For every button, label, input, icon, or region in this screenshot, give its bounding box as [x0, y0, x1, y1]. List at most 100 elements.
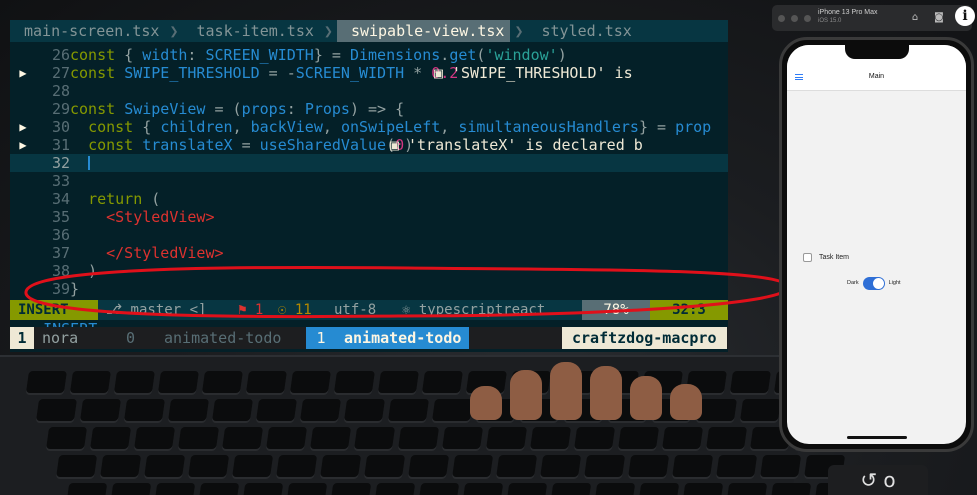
nav-title: Main [868, 73, 885, 80]
fold-marker-icon[interactable] [10, 244, 36, 262]
code-editor[interactable]: 26 const { width: SCREEN_WIDTH} = Dimensi… [10, 42, 728, 308]
line-number: 35 [51, 208, 70, 226]
fold-marker-icon[interactable] [10, 172, 36, 190]
code-line[interactable]: ▶ 27 const SWIPE_THRESHOLD = -SCREEN_WIDTH… [10, 64, 728, 82]
fold-marker-icon[interactable] [10, 46, 36, 64]
home-indicator [847, 436, 907, 439]
line-number: 33 [51, 172, 70, 190]
mode-indicator: INSERT [10, 300, 98, 320]
text-cursor [88, 156, 90, 170]
line-number: 36 [51, 226, 70, 244]
line-number: 31 [51, 136, 70, 154]
fold-marker-icon[interactable]: ▶ [10, 64, 36, 82]
editor-tabbar: main-screen.tsx ❯ task-item.tsx ❯ swipable-v… [10, 20, 728, 42]
code-line[interactable]: 39} [10, 280, 728, 298]
code-text: ) [70, 262, 98, 280]
code-line[interactable]: ▶ 30 const { children, backView, onSwipeL… [10, 118, 728, 136]
simulator-toolbar: iPhone 13 Pro Max iOS 15.0 ⌂ ◙ ▯ [772, 5, 972, 31]
editor-tab[interactable]: task-item.tsx [183, 20, 320, 42]
code-text: <StyledView> [106, 208, 215, 226]
fold-marker-icon[interactable] [10, 208, 36, 226]
fold-marker-icon[interactable] [10, 190, 36, 208]
camera-icon[interactable]: ◙ [932, 11, 946, 25]
code-text: return ( [88, 190, 161, 208]
tmux-window-num: 0 [126, 329, 136, 347]
editor-tab[interactable]: styled.tsx [528, 20, 638, 42]
code-line[interactable]: 32 [10, 154, 728, 172]
home-icon[interactable]: ⌂ [908, 11, 922, 25]
fold-marker-icon[interactable]: ▶ [10, 136, 36, 154]
line-number: 38 [51, 262, 70, 280]
code-line[interactable]: 26 const { width: SCREEN_WIDTH} = Dimensi… [10, 46, 728, 64]
info-icon[interactable]: i [955, 6, 975, 26]
encoding: utf-8 [334, 302, 377, 318]
code-text: const SWIPE_THRESHOLD = -SCREEN_WIDTH * … [70, 64, 459, 82]
simulator-title: iPhone 13 Pro Max iOS 15.0 [818, 8, 878, 26]
line-number: 30 [51, 118, 70, 136]
cube-icon: ▣ [390, 136, 409, 154]
tmux-statusbar: 1 nora 0 animated-todo 1 animated-todo c… [10, 327, 728, 349]
cube-icon: ▣ [434, 64, 453, 82]
phone-notch [845, 45, 909, 59]
tab-separator: ❯ [169, 22, 179, 40]
window-minimize-dot[interactable] [791, 14, 798, 22]
fold-marker-icon[interactable] [10, 82, 36, 100]
fold-marker-icon[interactable] [10, 280, 36, 298]
error-count: ⚑ 1 [238, 302, 264, 318]
line-number: 26 [51, 46, 70, 64]
code-line[interactable]: 38 ) [10, 262, 728, 280]
replay-icon[interactable]: ↺ o [828, 465, 928, 495]
editor-tab[interactable]: swipable-view.tsx [336, 20, 511, 42]
line-number: 39 [51, 280, 70, 298]
code-line[interactable]: ▶ 31 const translateX = useSharedValue(0)… [10, 136, 728, 154]
tmux-hostname: craftzdog-macpro [562, 327, 727, 349]
fold-marker-icon[interactable] [10, 154, 36, 172]
terminal-window[interactable]: main-screen.tsx ❯ task-item.tsx ❯ swipable-v… [10, 20, 728, 352]
code-text: const SwipeView = (props: Props) => { [70, 100, 405, 118]
vim-statusline: INSERT ⎇ master <] ⚑ 1 ☉ 11 utf-8 ⚛ type… [10, 300, 728, 320]
scroll-percent: 78% [582, 300, 650, 320]
tmux-session-name: nora [42, 329, 79, 347]
line-number: 32 [51, 154, 70, 172]
line-number: 29 [51, 100, 70, 118]
fold-marker-icon[interactable] [10, 262, 36, 280]
code-text: const translateX = useSharedValue(0) [88, 136, 414, 154]
task-item[interactable]: Task Item [803, 251, 849, 263]
code-line[interactable]: 35 <StyledView> [10, 208, 728, 226]
tmux-window-name: animated-todo [164, 329, 282, 347]
window-zoom-dot[interactable] [804, 14, 811, 22]
code-line[interactable]: 34 return ( [10, 190, 728, 208]
code-text: const { children, backView, onSwipeLeft,… [88, 118, 712, 136]
branch-name: ⎇ master [106, 302, 182, 318]
editor-tab[interactable]: main-screen.tsx [10, 20, 165, 42]
line-number: 34 [51, 190, 70, 208]
code-line[interactable]: 36 [10, 226, 728, 244]
filetype: ⚛ typescriptreact [402, 302, 546, 318]
tmux-active-window[interactable]: animated-todo [336, 327, 470, 349]
warning-count: ☉ 11 [278, 302, 312, 318]
git-branch: ⎇ master <] [106, 300, 206, 320]
line-number: 27 [51, 64, 70, 82]
hands-backdrop [470, 340, 740, 420]
task-checkbox[interactable] [803, 252, 812, 262]
tmux-active-window-num[interactable]: 1 [306, 327, 336, 349]
branch-suffix: <] [189, 302, 207, 318]
app-screen[interactable]: Main Task Item Dark Light [787, 45, 966, 444]
code-text: } [70, 280, 80, 298]
cursor-position: 32:3 [650, 300, 728, 320]
tmux-session-num: 1 [10, 327, 34, 349]
theme-toggle[interactable] [862, 276, 885, 290]
code-line[interactable]: 28 [10, 82, 728, 100]
code-line[interactable]: 29 const SwipeView = (props: Props) => { [10, 100, 728, 118]
fold-marker-icon[interactable]: ▶ [10, 118, 36, 136]
tab-separator: ❯ [514, 22, 524, 40]
window-close-dot[interactable] [778, 14, 785, 22]
fold-marker-icon[interactable] [10, 100, 36, 118]
fold-marker-icon[interactable] [10, 226, 36, 244]
code-line[interactable]: 33 [10, 172, 728, 190]
code-line[interactable]: 37 </StyledView> [10, 244, 728, 262]
device-name: iPhone 13 Pro Max [818, 9, 878, 16]
inline-diagnostic: 'SWIPE_THRESHOLD' is [452, 64, 633, 82]
theme-switcher: Dark Light [847, 276, 901, 290]
